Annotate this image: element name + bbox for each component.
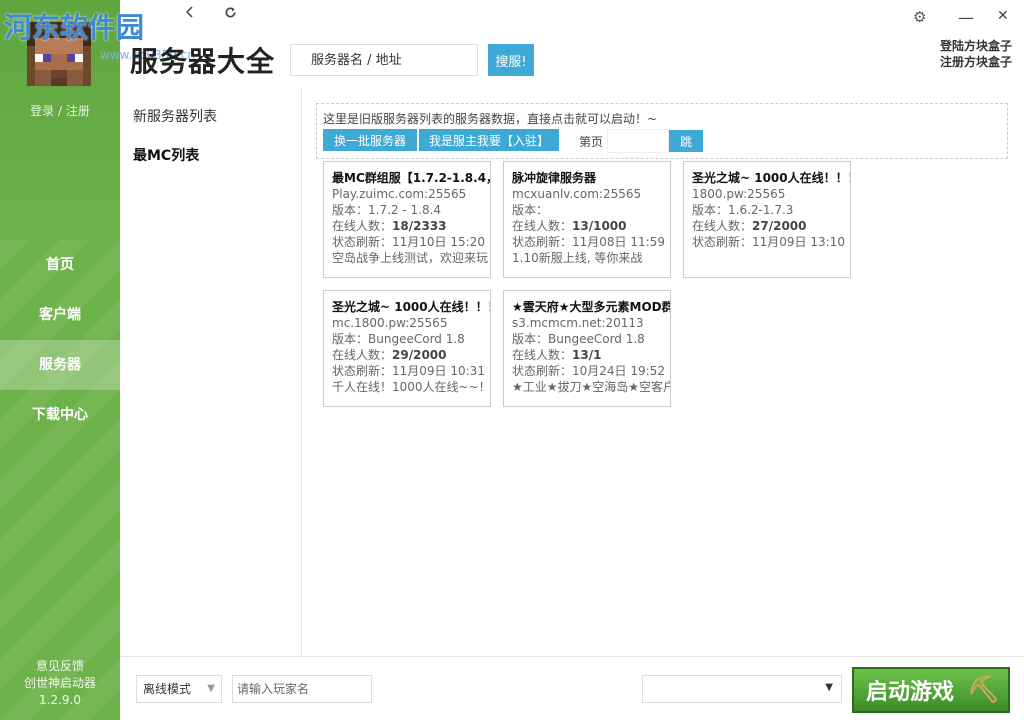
nav-item-home[interactable]: 首页 (0, 240, 120, 290)
app-name: 创世神启动器 (23, 676, 96, 690)
back-arrow-icon[interactable] (185, 6, 195, 21)
server-address: 1800.pw:25565 (692, 187, 786, 201)
server-card[interactable]: 圣光之城~ 1000人在线！！！ 1800.pw:25565 版本：1.6.2-… (683, 161, 851, 278)
server-address: Play.zuimc.com:25565 (332, 187, 467, 201)
chevron-down-icon: ▼ (207, 683, 215, 694)
launch-game-button[interactable]: 启动游戏 ⛏ (852, 667, 1010, 713)
server-version: BungeeCord 1.8 (548, 332, 645, 346)
refresh-icon[interactable] (224, 6, 237, 23)
app-version: 1.2.9.0 (39, 693, 81, 707)
server-online: 13/1 (572, 348, 602, 362)
feedback-link[interactable]: 意见反馈 (0, 658, 120, 675)
server-refresh-time: 10月24日 19:52 (572, 364, 665, 378)
bottom-bar: 离线模式 ▼ ▼ 启动游戏 ⛏ (120, 656, 1024, 720)
server-name: 脉冲旋律服务器 (512, 171, 597, 185)
owner-join-button[interactable]: 我是服主我要【入驻】 (419, 129, 559, 151)
refresh-servers-button[interactable]: 换一批服务器 (323, 129, 417, 151)
notice-panel: 这里是旧版服务器列表的服务器数据，直接点击就可以启动！~ 换一批服务器 我是服主… (316, 103, 1008, 159)
server-name: 最MC群组服【1.7.2-1.8.4，( (332, 171, 491, 185)
server-name: ★雲天府★大型多元素MOD群 (512, 300, 671, 314)
server-refresh-time: 11月10日 15:20 (392, 235, 485, 249)
register-box-link[interactable]: 注册方块盒子 (940, 54, 1012, 70)
main-nav: 首页 客户端 服务器 下载中心 (0, 240, 120, 440)
close-icon[interactable]: ✕ (997, 8, 1009, 24)
login-register-link[interactable]: 登录 / 注册 (0, 102, 120, 119)
server-version: 1.7.2 - 1.8.4 (368, 203, 442, 217)
online-label: 在线人数： (692, 219, 753, 233)
server-version: BungeeCord 1.8 (368, 332, 465, 346)
sidebar-footer: 意见反馈 创世神启动器 1.2.9.0 (0, 658, 120, 709)
server-refresh-time: 11月09日 13:10 (752, 235, 845, 249)
refresh-label: 状态刷新： (512, 235, 573, 249)
version-label: 版本： (332, 203, 369, 217)
online-label: 在线人数： (332, 348, 393, 362)
login-mode-select[interactable]: 离线模式 ▼ (136, 675, 222, 703)
login-box-link[interactable]: 登陆方块盒子 (940, 38, 1012, 54)
pickaxe-icon: ⛏ (966, 675, 1000, 705)
refresh-label: 状态刷新： (332, 235, 393, 249)
sub-menu-new-list[interactable]: 新服务器列表 (133, 106, 217, 126)
server-online: 27/2000 (752, 219, 807, 233)
page-input[interactable] (607, 129, 669, 153)
chevron-down-icon: ▼ (825, 682, 833, 693)
server-card[interactable]: 圣光之城~ 1000人在线！！！ mc.1800.pw:25565 版本：Bun… (323, 290, 491, 407)
nav-item-client[interactable]: 客户端 (0, 290, 120, 340)
version-label: 版本： (512, 332, 549, 346)
server-address: mc.1800.pw:25565 (332, 316, 448, 330)
version-label: 版本： (692, 203, 729, 217)
online-label: 在线人数： (512, 219, 573, 233)
sub-menu-mc-list[interactable]: 最MC列表 (133, 145, 199, 165)
refresh-label: 状态刷新： (332, 364, 393, 378)
server-refresh-time: 11月08日 11:59 (572, 235, 665, 249)
server-sub-menu: 新服务器列表 最MC列表 (120, 88, 302, 656)
server-online: 29/2000 (392, 348, 447, 362)
jump-button[interactable]: 跳 (669, 130, 703, 152)
account-links: 登陆方块盒子 注册方块盒子 (940, 38, 1012, 70)
search-input[interactable] (290, 44, 478, 76)
notice-text: 这里是旧版服务器列表的服务器数据，直接点击就可以启动！~ (323, 112, 658, 126)
server-refresh-time: 11月09日 10:31 (392, 364, 485, 378)
page-label: 第页 (579, 135, 604, 149)
refresh-label: 状态刷新： (692, 235, 753, 249)
server-card[interactable]: ★雲天府★大型多元素MOD群 s3.mcmcm.net:20113 版本：Bun… (503, 290, 671, 407)
server-version: 1.6.2-1.7.3 (728, 203, 794, 217)
watermark: 河东软件园 (4, 13, 145, 44)
search-button[interactable]: 搜服! (488, 44, 534, 76)
gear-icon[interactable]: ⚙ (913, 8, 926, 26)
server-address: mcxuanlv.com:25565 (512, 187, 642, 201)
server-name: 圣光之城~ 1000人在线！！！ (332, 300, 491, 314)
server-online: 18/2333 (392, 219, 447, 233)
server-description: 空岛战争上线测试，欢迎来玩 (332, 251, 489, 265)
nav-item-server[interactable]: 服务器 (0, 340, 120, 390)
server-description: ★工业★拔刀★空海岛★空客户 (512, 380, 671, 394)
player-name-input[interactable] (232, 675, 372, 703)
server-address: s3.mcmcm.net:20113 (512, 316, 644, 330)
game-version-select[interactable]: ▼ (642, 675, 842, 703)
version-label: 版本： (512, 203, 549, 217)
online-label: 在线人数： (332, 219, 393, 233)
login-mode-value: 离线模式 (143, 682, 192, 696)
launch-game-label: 启动游戏 (866, 680, 955, 705)
server-card[interactable]: 最MC群组服【1.7.2-1.8.4，( Play.zuimc.com:2556… (323, 161, 491, 278)
minimize-icon[interactable]: — (958, 8, 974, 27)
server-description: 1.10新服上线, 等你来战 (512, 251, 643, 265)
online-label: 在线人数： (512, 348, 573, 362)
server-card[interactable]: 脉冲旋律服务器 mcxuanlv.com:25565 版本： 在线人数：13/1… (503, 161, 671, 278)
version-label: 版本： (332, 332, 369, 346)
sidebar: 登录 / 注册 首页 客户端 服务器 下载中心 意见反馈 创世神启动器 1.2.… (0, 0, 120, 720)
page-title: 服务器大全 (130, 45, 276, 78)
nav-item-download[interactable]: 下载中心 (0, 390, 120, 440)
server-description: 千人在线！1000人在线~~！ (332, 380, 491, 394)
server-name: 圣光之城~ 1000人在线！！！ (692, 171, 851, 185)
refresh-label: 状态刷新： (512, 364, 573, 378)
server-online: 13/1000 (572, 219, 627, 233)
